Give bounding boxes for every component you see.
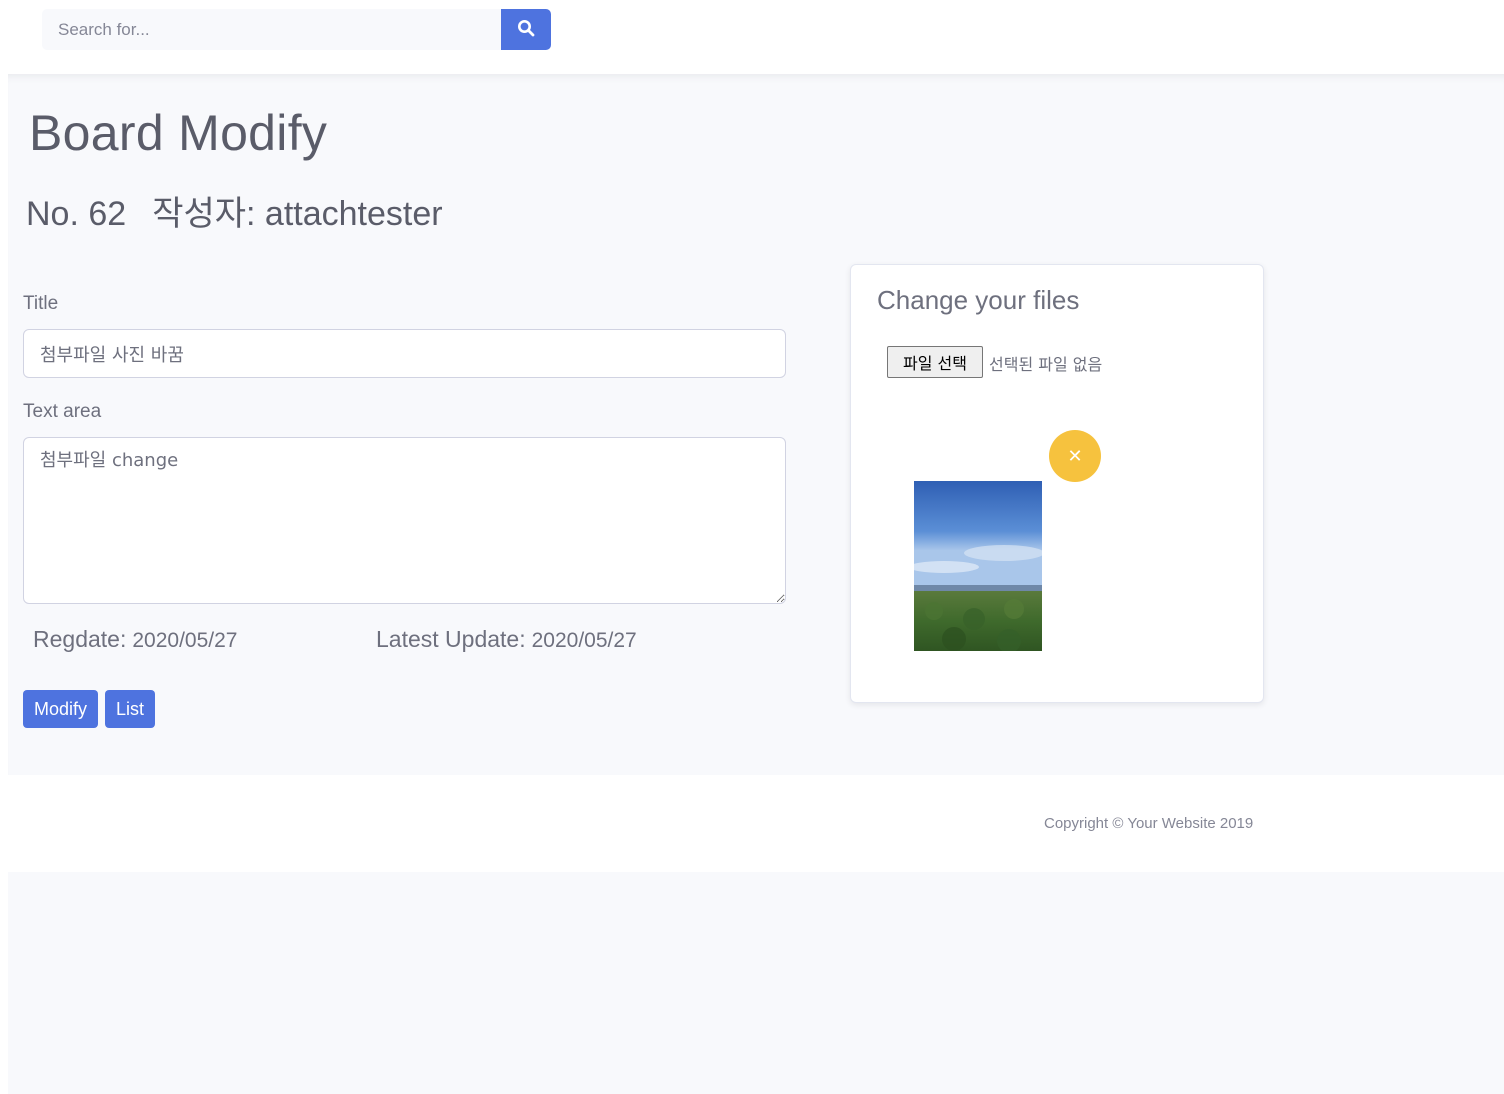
file-status: 선택된 파일 없음 bbox=[989, 355, 1103, 374]
file-thumbnail[interactable] bbox=[914, 481, 1042, 651]
content-textarea[interactable]: 첨부파일 change bbox=[23, 437, 786, 604]
regdate-label: Regdate: bbox=[33, 626, 127, 652]
title-input[interactable] bbox=[23, 329, 786, 378]
search-button[interactable] bbox=[501, 9, 551, 50]
search-input[interactable] bbox=[42, 9, 501, 50]
search-icon bbox=[517, 19, 535, 40]
update-value: 2020/05/27 bbox=[531, 629, 637, 652]
title-label: Title bbox=[23, 293, 59, 314]
regdate: Regdate: 2020/05/27 bbox=[33, 626, 237, 653]
page-title: Board Modify bbox=[29, 105, 328, 161]
footer: Copyright © Your Website 2019 bbox=[0, 775, 1504, 872]
files-card: Change your files 파일 선택 선택된 파일 없음 ✕ bbox=[850, 264, 1264, 703]
latest-update: Latest Update: 2020/05/27 bbox=[376, 626, 637, 653]
topbar bbox=[0, 0, 1504, 74]
bottom-area bbox=[8, 872, 1504, 1094]
search-bar bbox=[42, 9, 551, 50]
post-number: No. 62 bbox=[26, 195, 127, 233]
remove-file-button[interactable]: ✕ bbox=[1049, 430, 1101, 482]
choose-file-button[interactable]: 파일 선택 bbox=[887, 346, 983, 378]
textarea-label: Text area bbox=[23, 401, 102, 422]
main-content: Board Modify No. 62 작성자: attachtester Tit… bbox=[8, 74, 1504, 775]
close-icon: ✕ bbox=[1067, 445, 1083, 467]
post-writer: 작성자: attachtester bbox=[152, 195, 443, 233]
landscape-photo bbox=[914, 481, 1042, 651]
modify-button[interactable]: Modify bbox=[23, 690, 99, 728]
copyright-text: Copyright © Your Website 2019 bbox=[1044, 815, 1254, 832]
update-label: Latest Update: bbox=[376, 626, 526, 652]
regdate-value: 2020/05/27 bbox=[132, 629, 238, 652]
files-card-title: Change your files bbox=[877, 285, 1080, 315]
list-button[interactable]: List bbox=[105, 690, 156, 728]
post-meta: No. 62 작성자: attachtester bbox=[26, 186, 443, 235]
